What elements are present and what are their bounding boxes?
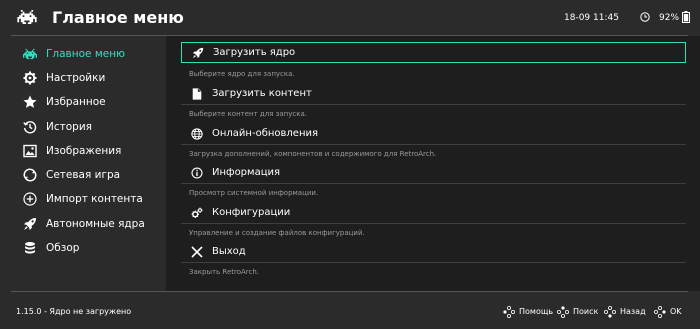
menu-entry-description: Управление и создание файлов конфигураци… (189, 229, 365, 237)
gamepad-button-icon (604, 306, 616, 318)
hint-search[interactable]: Поиск (557, 305, 598, 319)
battery-percent: 92% (659, 13, 680, 23)
menu-entry-description: Выберите контент для запуска. (189, 110, 307, 118)
page-title: Главное меню (52, 8, 184, 27)
menu-entry-online-updates[interactable]: Онлайн-обновления (181, 123, 686, 144)
menu-entry-description: Закрыть RetroArch. (189, 268, 260, 276)
info-icon (191, 166, 203, 179)
sidebar-item-import-content[interactable]: Импорт контента (0, 187, 166, 211)
battery-icon (682, 11, 690, 23)
star-icon (23, 95, 37, 108)
gamepad-button-icon (654, 306, 666, 318)
sidebar-item-label: Изображения (46, 145, 122, 157)
sidebar-item-main-menu[interactable]: Главное меню (0, 42, 166, 66)
close-icon (191, 245, 203, 258)
header: Главное меню 18-09 11:45 92% (0, 0, 700, 36)
menu-entry-information[interactable]: Информация (181, 162, 686, 183)
entry-divider (181, 144, 686, 145)
menu-entry-description: Просмотр системной информации. (189, 189, 319, 197)
sidebar-item-label: История (46, 121, 92, 133)
app-window: Главное меню 18-09 11:45 92% Главное мен… (0, 0, 700, 329)
rocket-icon (24, 218, 36, 230)
hint-help[interactable]: Помощь (503, 305, 553, 319)
sidebar-item-label: Обзор (46, 242, 80, 254)
space-invader-icon (17, 10, 37, 24)
version-status: 1.15.0 - Ядро не загружено (16, 307, 132, 316)
hint-label: OK (670, 307, 682, 316)
clock-text: 18-09 11:45 (564, 13, 619, 23)
hint-ok[interactable]: OK (654, 305, 682, 319)
sidebar-item-label: Сетевая игра (46, 169, 121, 181)
menu-entry-configurations[interactable]: Конфигурации (181, 202, 686, 223)
sidebar-item-label: Настройки (46, 72, 106, 84)
sidebar-item-label: Автономные ядра (46, 218, 145, 230)
hint-label: Помощь (519, 307, 554, 316)
clock-icon (640, 12, 650, 22)
sidebar-item-images[interactable]: Изображения (0, 139, 166, 163)
netplay-icon (23, 168, 37, 182)
menu-entry-label: Загрузить контент (212, 88, 312, 99)
main-menu-list: Загрузить ядро Выберите ядро для запуска… (166, 36, 700, 291)
menu-entry-label: Конфигурации (212, 207, 291, 218)
hint-label: Назад (620, 307, 646, 316)
sidebar-item-netplay[interactable]: Сетевая игра (0, 163, 166, 187)
gears-icon (191, 207, 203, 218)
entry-divider (181, 183, 686, 184)
entry-divider (181, 262, 686, 263)
menu-entry-label: Информация (212, 167, 281, 178)
invader-icon (23, 48, 37, 60)
entry-divider (181, 104, 686, 105)
image-icon (23, 144, 37, 158)
menu-entry-load-content[interactable]: Загрузить контент (181, 83, 686, 104)
hint-back[interactable]: Назад (604, 305, 646, 319)
footer: 1.15.0 - Ядро не загружено Помощь Поиск (0, 292, 700, 329)
file-icon (192, 87, 202, 100)
menu-entry-load-core[interactable]: Загрузить ядро (181, 42, 686, 63)
rocket-icon (192, 47, 204, 58)
gear-icon (23, 71, 37, 85)
menu-entry-description: Загрузка дополнений, компонентов и содер… (189, 150, 437, 158)
gamepad-button-icon (503, 306, 515, 318)
menu-entry-label: Загрузить ядро (213, 47, 296, 58)
sidebar-item-label: Импорт контента (46, 193, 143, 205)
sidebar-item-settings[interactable]: Настройки (0, 66, 166, 90)
menu-entry-description: Выберите ядро для запуска. (189, 70, 295, 78)
globe-icon (191, 127, 203, 140)
sidebar-item-standalone-cores[interactable]: Автономные ядра (0, 212, 166, 236)
sidebar-item-browse[interactable]: Обзор (0, 236, 166, 260)
sidebar-item-history[interactable]: История (0, 115, 166, 139)
sidebar: Главное меню Настройки Избранное История (0, 36, 166, 291)
sidebar-item-label: Главное меню (46, 48, 125, 60)
gamepad-button-icon (557, 306, 569, 318)
menu-entry-label: Выход (212, 246, 246, 257)
database-icon (25, 242, 35, 254)
entry-divider (181, 223, 686, 224)
hint-label: Поиск (573, 307, 599, 316)
menu-entry-label: Онлайн-обновления (212, 128, 319, 139)
sidebar-item-favorites[interactable]: Избранное (0, 90, 166, 114)
history-icon (23, 121, 37, 134)
menu-entry-quit[interactable]: Выход (181, 241, 686, 262)
plus-circle-icon (23, 192, 37, 206)
sidebar-item-label: Избранное (46, 96, 106, 108)
